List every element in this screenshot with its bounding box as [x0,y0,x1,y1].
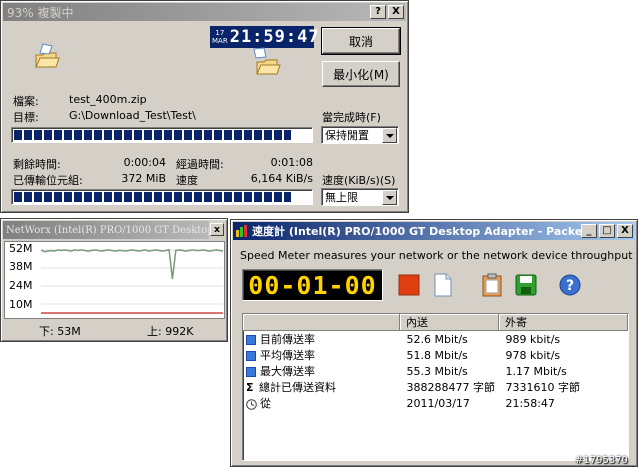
speed-meter-title: 速度計 (Intel(R) PRO/1000 GT Desktop Adapte… [252,225,590,238]
elapsed-timer-led: 00-01-00 [242,269,383,301]
rate-square-icon [246,367,256,377]
speed-meter-window: 速度計 (Intel(R) PRO/1000 GT Desktop Adapte… [230,219,638,467]
column-header[interactable]: 外寄 [498,314,628,331]
svg-text:?: ? [566,278,574,294]
stats-grid: 內送 外寄 目前傳送率 52.6 Mbit/s 989 kbit/s 平均傳送率… [243,314,628,411]
help-button[interactable]: ? [370,5,386,19]
paper-sheet-icon [253,47,267,59]
copy-dialog-title: 93% 複製中 [7,5,74,20]
target-folder-icon [256,59,281,75]
help-icon[interactable]: ? [558,273,582,297]
target-value: G:\Download_Test\Test\ [69,109,196,122]
transferred-label: 已傳輸位元組: [13,174,83,187]
clipboard-icon[interactable] [480,273,504,297]
total-progress-bar [11,189,313,205]
stop-icon[interactable] [397,273,421,297]
y-label: 24M [9,279,33,292]
rate-square-icon [246,335,256,345]
clock-time: 21:59:47 [229,27,320,47]
target-label: 目標: [13,111,39,124]
watermark: #1795370 [575,455,628,466]
close-button[interactable]: x [210,223,224,236]
table-row[interactable]: Σ 總計已傳送資料 388288477 字節 7331610 字節 [243,379,628,395]
file-label: 檔案: [13,95,39,108]
minimize-button[interactable]: 最小化(M) [322,61,400,87]
chevron-down-icon[interactable] [382,190,397,205]
networx-titlebar[interactable]: NetWorx (Intel(R) PRO/1000 GT Desktop [3,221,209,239]
on-complete-label: 當完成時(F) [322,111,381,124]
speed-value: 6,164 KiB/s [250,172,313,185]
clock-date: 17 MAR [212,29,228,45]
sigma-icon: Σ [246,381,254,394]
remaining-label: 剩餘時間: [13,158,61,171]
close-button[interactable]: X [617,224,633,238]
rate-square-icon [246,351,256,361]
copy-dialog-titlebar[interactable]: 93% 複製中 ? X [3,3,406,21]
clock-icon [246,398,257,410]
speed-meter-titlebar[interactable]: 速度計 (Intel(R) PRO/1000 GT Desktop Adapte… [233,222,635,240]
file-progress-fill [14,130,292,140]
close-button[interactable]: X [388,5,404,19]
y-label: 52M [9,242,33,255]
clock-display: 17 MAR 21:59:47 [210,26,319,48]
table-row[interactable]: 從 2011/03/17 21:58:47 [243,395,628,411]
table-row[interactable]: 平均傳送率 51.8 Mbit/s 978 kbit/s [243,347,628,363]
file-value: test_400m.zip [69,93,147,106]
elapsed-label: 經過時間: [176,158,224,171]
speed-limit-label: 速度(KiB/s)(S) [322,174,396,187]
file-progress-bar [11,127,313,143]
transferred-value: 372 MiB [121,172,166,185]
stats-table: 內送 外寄 目前傳送率 52.6 Mbit/s 989 kbit/s 平均傳送率… [242,313,629,461]
chevron-down-icon[interactable] [382,128,397,143]
table-row[interactable]: 目前傳送率 52.6 Mbit/s 989 kbit/s [243,331,628,348]
networx-window: NetWorx (Intel(R) PRO/1000 GT Desktop x … [0,218,228,342]
networx-title: NetWorx (Intel(R) PRO/1000 GT Desktop [6,224,209,236]
speed-label: 速度 [176,174,198,187]
maximize-window-button[interactable]: □ [599,224,615,238]
table-row[interactable]: 最大傳送率 55.3 Mbit/s 1.17 Mbit/s [243,363,628,379]
elapsed-value: 0:01:08 [270,156,313,169]
download-speed: 下: 53M [39,325,81,338]
total-progress-fill [14,192,292,202]
networx-graph-area: 52M 38M 24M 10M [4,241,225,319]
table-header-row: 內送 外寄 [243,314,628,331]
speed-limit-select[interactable]: 無上限 [321,188,399,206]
minimize-window-button[interactable]: _ [581,224,597,238]
column-header[interactable]: 內送 [399,314,499,331]
speed-meter-app-icon [236,225,247,237]
speed-meter-subtitle: Speed Meter measures your network or the… [240,249,633,262]
y-label: 38M [9,260,33,273]
new-document-icon[interactable] [431,273,455,297]
copy-dialog: 93% 複製中 ? X 17 MAR 21:59:47 取消 最小化(M) 檔案… [0,0,409,213]
throughput-line-graph [41,249,223,314]
timer-digits: 00-01-00 [248,270,377,300]
y-label: 10M [9,298,33,311]
remaining-value: 0:00:04 [123,156,166,169]
cancel-button[interactable]: 取消 [321,27,401,55]
upload-speed: 上: 992K [147,325,194,338]
paper-sheet-icon [39,43,53,55]
download-series-line [41,249,223,280]
on-complete-select[interactable]: 保持閒置 [321,126,399,144]
save-disk-icon[interactable] [514,273,538,297]
column-header[interactable] [243,314,400,331]
